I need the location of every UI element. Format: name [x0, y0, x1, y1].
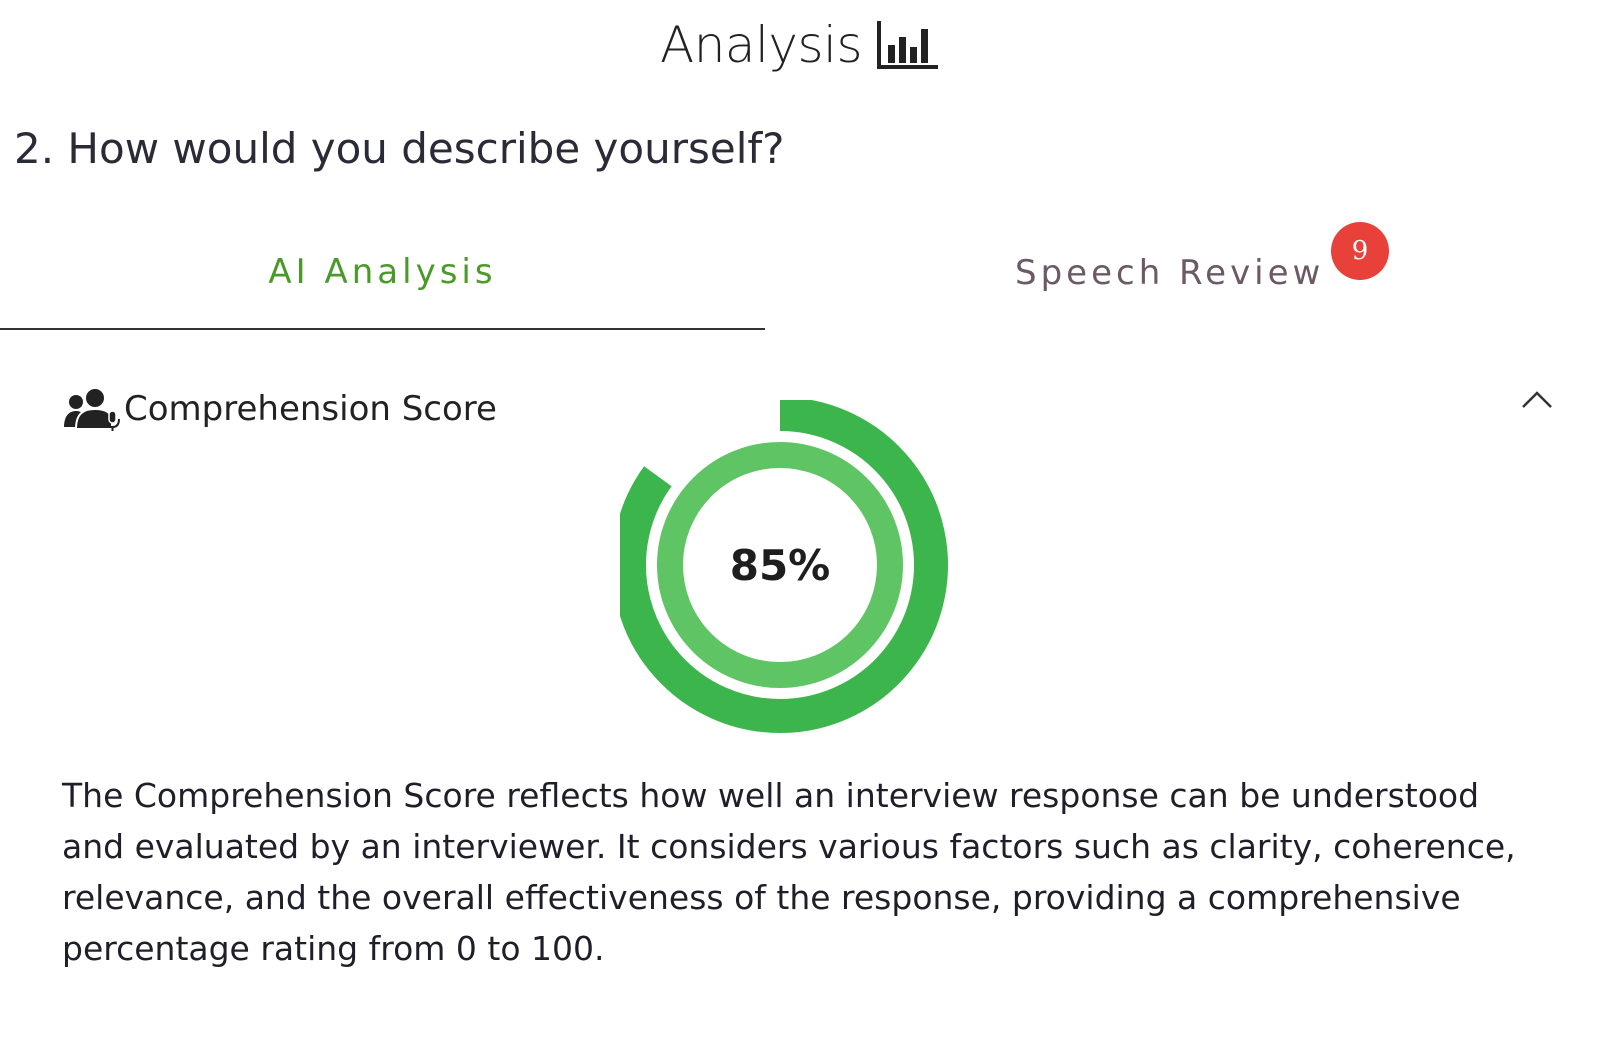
question-heading: 2. How would you describe yourself?: [14, 124, 785, 173]
tab-ai-analysis-label: AI Analysis: [268, 252, 497, 292]
notification-badge: 9: [1331, 222, 1389, 280]
tab-ai-analysis[interactable]: AI Analysis: [0, 230, 765, 330]
header-title-group: Analysis: [660, 16, 940, 74]
comprehension-score-header[interactable]: Comprehension Score: [62, 384, 497, 434]
tab-speech-review[interactable]: Speech Review 9: [1015, 222, 1415, 330]
bar-chart-icon: [877, 21, 938, 69]
score-gauge: 85%: [620, 400, 980, 760]
page-title: Analysis: [659, 16, 863, 74]
page-header: Analysis: [0, 12, 1600, 78]
section-title: Comprehension Score: [124, 389, 497, 429]
tab-bar: AI Analysis Speech Review 9: [0, 222, 1600, 330]
score-description: The Comprehension Score reflects how wel…: [62, 776, 1516, 968]
people-mic-icon: [64, 387, 120, 431]
chevron-up-icon[interactable]: [1520, 386, 1554, 414]
tab-speech-review-label: Speech Review: [1015, 253, 1325, 293]
score-value: 85%: [729, 540, 831, 590]
